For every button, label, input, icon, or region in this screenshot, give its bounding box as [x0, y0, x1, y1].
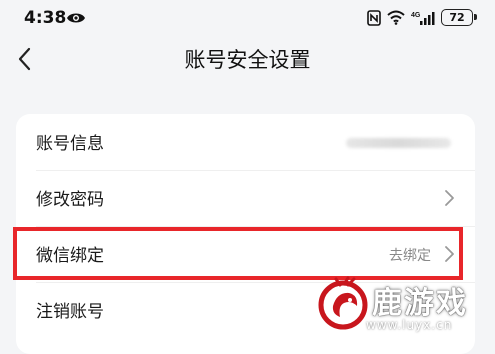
wifi-icon — [387, 10, 405, 25]
watermark: 鹿游戏 www.luyx.cn — [306, 272, 495, 340]
wechat-binding-status: 去绑定 — [389, 248, 431, 264]
chevron-right-icon — [445, 246, 454, 262]
page-title: 账号安全设置 — [184, 48, 311, 72]
signal-4g-icon: 4G — [411, 11, 435, 25]
change-password-row[interactable]: 修改密码 — [16, 170, 475, 226]
cancel-account-label: 注销账号 — [36, 302, 104, 322]
status-icons: 4G 72 — [367, 9, 477, 26]
change-password-label: 修改密码 — [36, 190, 104, 210]
nav-bar: 账号安全设置 — [0, 36, 495, 82]
account-info-row[interactable]: 账号信息 — [16, 114, 475, 170]
account-info-value-blurred — [346, 138, 451, 148]
svg-text:4G: 4G — [411, 12, 421, 19]
account-info-label: 账号信息 — [36, 134, 104, 154]
watermark-url: www.luyx.cn — [366, 318, 453, 332]
wechat-binding-label: 微信绑定 — [36, 246, 104, 266]
deer-logo-icon — [318, 276, 368, 330]
chevron-right-icon — [445, 190, 454, 206]
watermark-name: 鹿游戏 — [372, 286, 468, 321]
battery-indicator: 72 — [441, 9, 477, 26]
nfc-icon — [367, 9, 381, 26]
battery-level: 72 — [449, 11, 465, 24]
eye-icon — [67, 13, 85, 23]
status-time: 4:38 — [24, 8, 67, 28]
status-bar: 4:38 4G 72 — [0, 0, 495, 36]
